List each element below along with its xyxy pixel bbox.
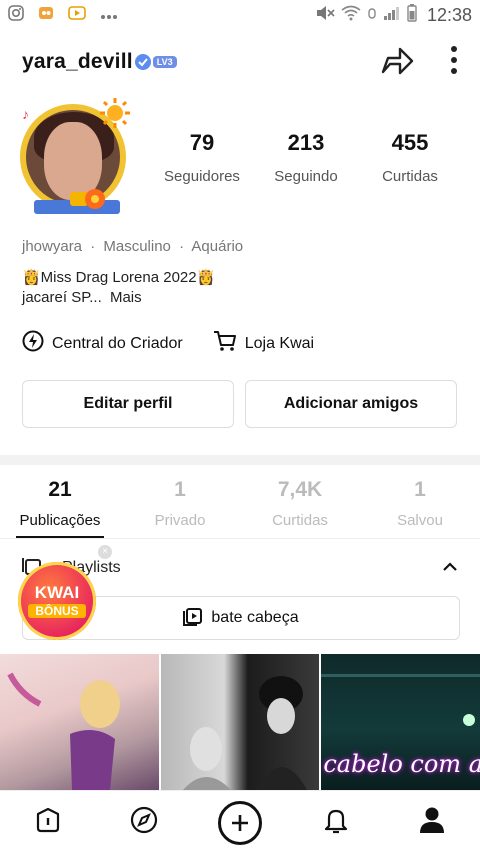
bio-more-link[interactable]: Mais	[110, 289, 142, 306]
profile-info: jhowyara · Masculino · Aquário	[22, 238, 243, 255]
tab-label: Publicações	[19, 512, 101, 529]
signal-icon	[383, 5, 401, 26]
music-note-icon: ♪	[22, 106, 29, 122]
add-friends-button[interactable]: Adicionar amigos	[245, 380, 457, 428]
stat-value: 455	[391, 130, 429, 155]
bio-line: jacareí SP...	[22, 289, 102, 306]
tab-likes[interactable]: 7,4K Curtidas	[240, 478, 360, 529]
kwai-bonus-badge[interactable]: KWAI BÔNUS	[18, 562, 96, 640]
tab-count: 1	[414, 478, 426, 501]
stat-following[interactable]: 213 Seguindo	[254, 130, 358, 185]
username: yara_devill	[22, 50, 133, 73]
video-thumbnail[interactable]: cabelo com a m	[321, 654, 480, 790]
nav-discover[interactable]	[120, 799, 168, 847]
tab-count: 1	[174, 478, 186, 501]
clock: 12:38	[426, 4, 472, 25]
tab-label: Salvou	[397, 512, 443, 529]
tab-label: Curtidas	[272, 512, 328, 529]
chevron-up-icon[interactable]	[442, 559, 458, 577]
stat-value: 213	[287, 130, 325, 155]
zodiac-sign: Aquário	[191, 238, 244, 255]
more-vertical-icon[interactable]	[450, 45, 458, 80]
bottom-navigation	[0, 790, 480, 854]
bio: 👸Miss Drag Lorena 2022👸 jacareí SP... Ma…	[22, 268, 215, 308]
playlist-play-icon	[183, 606, 203, 631]
compass-icon	[129, 805, 159, 840]
gender: Masculino	[103, 238, 171, 255]
tab-publications[interactable]: 21 Publicações	[0, 478, 120, 529]
tab-count: 7,4K	[277, 478, 323, 501]
alarm-icon	[367, 5, 377, 26]
stat-label: Seguindo	[274, 168, 338, 185]
tabs-divider	[0, 538, 480, 539]
profile-actions: Editar perfil Adicionar amigos	[22, 380, 457, 428]
playlist-item-label: bate cabeça	[211, 609, 299, 626]
stat-label: Seguidores	[164, 168, 240, 185]
section-divider	[0, 455, 480, 465]
tab-count: 21	[48, 478, 72, 501]
stat-likes[interactable]: 455 Curtidas	[358, 130, 462, 185]
plus-circle-icon	[218, 800, 262, 845]
thumbnail-image	[182, 676, 307, 790]
stat-value: 79	[189, 130, 215, 155]
profile-header: yara_devill LV3	[22, 42, 458, 82]
home-icon	[34, 806, 62, 839]
nav-home[interactable]	[24, 799, 72, 847]
verified-icon	[134, 54, 151, 70]
profile-links: Central do Criador Loja Kwai	[22, 330, 344, 357]
creator-center-link[interactable]: Central do Criador	[22, 330, 183, 357]
kwai-notification-icon	[38, 5, 54, 26]
kwai-bonus-title: KWAI	[34, 583, 80, 602]
more-notifications-icon	[100, 5, 118, 25]
tab-label: Privado	[154, 512, 206, 529]
nav-profile[interactable]	[408, 799, 456, 847]
mute-icon	[315, 5, 335, 26]
tab-saved[interactable]: 1 Salvou	[360, 478, 480, 529]
nav-notifications[interactable]	[312, 799, 360, 847]
kwai-bonus-subtitle: BÔNUS	[28, 604, 86, 618]
video-grid: cabelo com a m	[0, 654, 480, 790]
shop-link[interactable]: Loja Kwai	[213, 330, 314, 357]
wifi-icon	[341, 5, 361, 26]
level-badge: LV3	[152, 56, 177, 68]
status-bar: 12:38	[0, 0, 480, 30]
thumbnail-image	[7, 672, 120, 790]
edit-profile-button[interactable]: Editar perfil	[22, 380, 234, 428]
creator-center-label: Central do Criador	[52, 334, 183, 352]
tab-private[interactable]: 1 Privado	[120, 478, 240, 529]
battery-icon	[407, 3, 417, 27]
video-caption: cabelo com a m	[323, 750, 480, 778]
sun-decoration-icon	[100, 98, 130, 128]
nav-create[interactable]	[216, 799, 264, 847]
bell-icon	[322, 805, 350, 840]
profile-icon	[419, 806, 445, 839]
shop-label: Loja Kwai	[244, 334, 315, 352]
content-tabs: 21 Publicações 1 Privado 7,4K Curtidas 1…	[0, 478, 480, 529]
video-thumbnail[interactable]	[0, 654, 159, 790]
bio-line: 👸Miss Drag Lorena 2022👸	[22, 269, 216, 286]
stat-followers[interactable]: 79 Seguidores	[150, 130, 254, 185]
lightning-circle-icon	[22, 330, 44, 357]
separator: ·	[179, 238, 185, 255]
stat-label: Curtidas	[382, 168, 438, 185]
separator: ·	[90, 238, 96, 255]
flower-badge-icon	[85, 189, 105, 209]
close-icon[interactable]: ×	[98, 545, 112, 559]
profile-stats: 79 Seguidores 213 Seguindo 455 Curtidas	[150, 130, 462, 185]
youtube-notification-icon	[68, 5, 86, 26]
display-name: jhowyara	[22, 238, 83, 255]
cart-icon	[213, 330, 237, 357]
video-thumbnail[interactable]	[160, 654, 320, 790]
instagram-notification-icon	[8, 4, 24, 26]
avatar[interactable]: ♪	[16, 96, 136, 216]
share-icon[interactable]	[380, 45, 414, 80]
